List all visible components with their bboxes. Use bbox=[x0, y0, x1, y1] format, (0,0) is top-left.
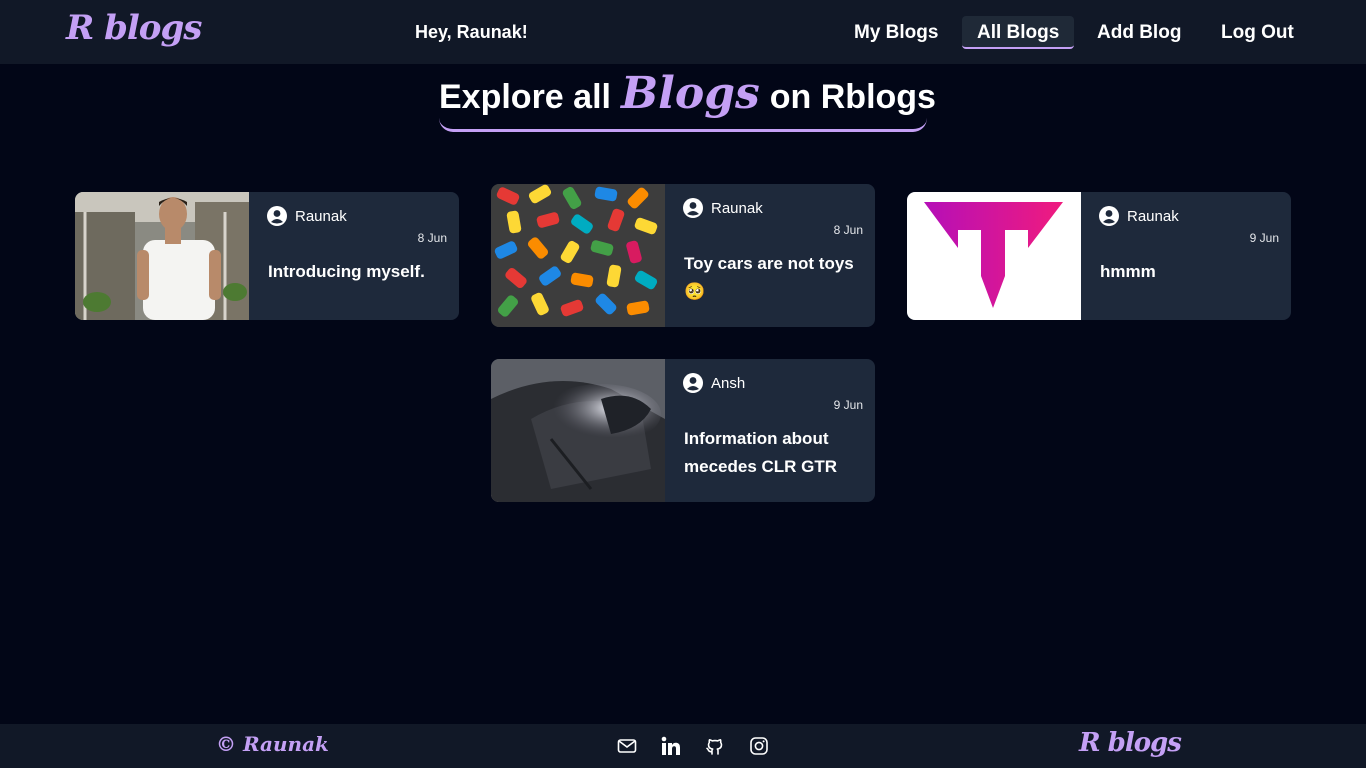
nav-all-blogs[interactable]: All Blogs bbox=[962, 16, 1075, 49]
instagram-icon[interactable] bbox=[749, 736, 769, 756]
blog-author-name: Ansh bbox=[711, 374, 746, 392]
blog-author: Ansh bbox=[683, 373, 745, 393]
github-icon[interactable] bbox=[705, 736, 725, 756]
heading-prefix: Explore all bbox=[439, 78, 611, 116]
brand-logo[interactable]: R blogs bbox=[66, 8, 202, 48]
user-greeting: Hey, Raunak! bbox=[415, 22, 528, 42]
blog-card[interactable]: Raunak 8 Jun Toy cars are not toys 🥺 bbox=[491, 184, 875, 327]
blog-title[interactable]: Introducing myself. bbox=[268, 258, 446, 286]
user-circle-icon bbox=[683, 373, 703, 393]
blog-date: 8 Jun bbox=[833, 223, 863, 237]
blog-card[interactable]: Raunak 9 Jun hmmm bbox=[907, 192, 1291, 320]
blog-thumbnail bbox=[75, 192, 249, 320]
nav-add-blog[interactable]: Add Blog bbox=[1082, 16, 1196, 49]
footer-brand-logo[interactable]: R blogs bbox=[1079, 728, 1182, 758]
footer: © Raunak R blogs bbox=[0, 724, 1366, 768]
mail-icon[interactable] bbox=[617, 736, 637, 756]
blog-thumbnail bbox=[491, 359, 665, 502]
blog-date: 9 Jun bbox=[1249, 231, 1279, 245]
footer-copyright: © Raunak bbox=[216, 732, 329, 756]
blog-thumbnail bbox=[491, 184, 665, 327]
blog-author-name: Raunak bbox=[711, 199, 763, 217]
blog-title[interactable]: Toy cars are not toys 🥺 bbox=[684, 250, 862, 306]
blog-date: 9 Jun bbox=[833, 398, 863, 412]
heading-suffix: on Rblogs bbox=[769, 78, 936, 116]
blog-author: Raunak bbox=[267, 206, 347, 226]
blog-title[interactable]: hmmm bbox=[1100, 258, 1278, 286]
nav-log-out[interactable]: Log Out bbox=[1206, 16, 1309, 49]
user-circle-icon bbox=[267, 206, 287, 226]
user-circle-icon bbox=[1099, 206, 1119, 226]
heading-accent: Blogs bbox=[620, 68, 760, 119]
nav-my-blogs[interactable]: My Blogs bbox=[839, 16, 953, 49]
linkedin-icon[interactable] bbox=[661, 736, 681, 756]
blog-author: Raunak bbox=[1099, 206, 1179, 226]
blog-author-name: Raunak bbox=[1127, 207, 1179, 225]
blog-card[interactable]: Raunak 8 Jun Introducing myself. bbox=[75, 192, 459, 320]
user-circle-icon bbox=[683, 198, 703, 218]
blog-author-name: Raunak bbox=[295, 207, 347, 225]
navbar: R blogs Hey, Raunak! My Blogs All Blogs … bbox=[0, 0, 1366, 64]
blog-title[interactable]: Information about mecedes CLR GTR bbox=[684, 425, 862, 481]
blog-card[interactable]: Ansh 9 Jun Information about mecedes CLR… bbox=[491, 359, 875, 502]
blog-date: 8 Jun bbox=[417, 231, 447, 245]
blog-author: Raunak bbox=[683, 198, 763, 218]
page-heading: Explore all Blogs on Rblogs bbox=[439, 68, 936, 132]
blog-thumbnail bbox=[907, 192, 1081, 320]
